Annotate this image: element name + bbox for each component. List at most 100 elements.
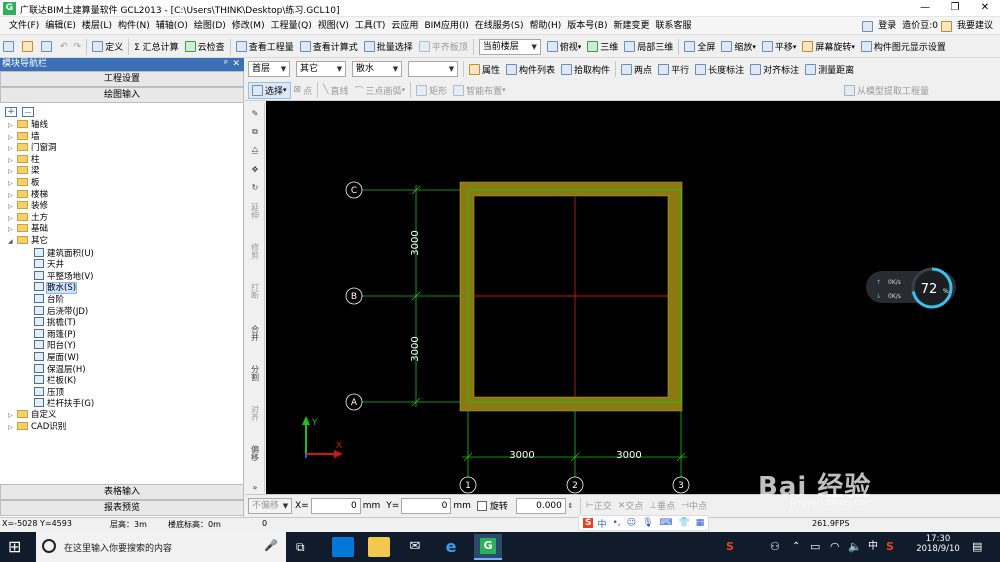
menu-item-8[interactable]: 视图(V) xyxy=(315,17,352,35)
report-preview-button[interactable]: 报表预览 xyxy=(0,500,244,516)
tool-offset[interactable]: 偏移 xyxy=(247,445,263,463)
people-icon[interactable]: ⚇ xyxy=(770,537,792,557)
y-input[interactable]: 0 xyxy=(401,497,452,514)
summary-calc-button[interactable]: Σ 汇总计算 xyxy=(131,37,182,57)
mirror-icon[interactable]: ⧋ xyxy=(247,145,263,154)
tree-folder-0[interactable]: ▷ 轴线 xyxy=(8,120,48,132)
tree-folder-10[interactable]: ◢ 其它 xyxy=(8,236,48,248)
expand-arrow-icon[interactable]: ▷ xyxy=(8,224,15,236)
point-button[interactable]: ⊠ 点 xyxy=(291,80,316,100)
collapse-all-icon[interactable]: — xyxy=(22,107,34,117)
volume-icon[interactable]: 🔈 xyxy=(848,537,870,557)
tree-leaf-2[interactable]: 平整场地(V) xyxy=(34,270,93,283)
table-input-button[interactable]: 表格输入 xyxy=(0,484,244,500)
parallel-button[interactable]: 平行 xyxy=(655,59,692,79)
menu-item-11[interactable]: BIM应用(I) xyxy=(421,17,471,35)
collapse-arrow-icon[interactable]: ◢ xyxy=(8,236,15,248)
edit-pen-icon[interactable]: ✎ xyxy=(247,109,263,118)
flat-slab-button[interactable]: 平齐板顶 xyxy=(416,37,471,57)
menu-item-9[interactable]: 工具(T) xyxy=(352,17,389,35)
menu-item-3[interactable]: 构件(N) xyxy=(115,17,153,35)
tree-leaf-7[interactable]: 雨篷(P) xyxy=(34,328,76,341)
length-label-button[interactable]: 长度标注 xyxy=(692,59,747,79)
tree-folder-1[interactable]: ▷ 墙 xyxy=(8,131,40,144)
fullscreen-button[interactable]: 全屏 xyxy=(681,37,718,57)
suggest-link[interactable]: 我要建议 xyxy=(954,17,996,35)
arc-button[interactable]: ⌒ 三点画弧 ▾ xyxy=(352,80,409,100)
tree-leaf-6[interactable]: 挑檐(T) xyxy=(34,317,76,329)
3d-view-button[interactable]: 三维 xyxy=(584,37,621,57)
snap-perpendicular[interactable]: ⊥ 垂点 xyxy=(646,496,678,516)
snap-intersection[interactable]: ✕ 交点 xyxy=(615,496,647,516)
pin-icon[interactable]: ᵖ xyxy=(224,58,228,71)
tree-leaf-4[interactable]: 台阶 xyxy=(34,294,64,306)
tree-leaf-11[interactable]: 栏板(K) xyxy=(34,375,76,387)
tree-folder-2[interactable]: ▷ 门窗洞 xyxy=(8,143,57,155)
tree-folder-7[interactable]: ▷ 装修 xyxy=(8,201,48,213)
tree-folder-8[interactable]: ▷ 土方 xyxy=(8,212,48,225)
rotate-angle-input[interactable]: 0.000 ⇕ xyxy=(515,497,573,514)
expand-arrow-icon[interactable]: ▷ xyxy=(8,155,15,167)
menu-item-4[interactable]: 辅轴(O) xyxy=(153,17,191,35)
define-button[interactable]: 定义 xyxy=(89,37,126,57)
more-tools-icon[interactable]: » xyxy=(247,483,263,492)
align-label-button[interactable]: 对齐标注 xyxy=(747,59,802,79)
store-icon[interactable] xyxy=(332,537,354,557)
snap-midpoint[interactable]: ⊣ 中点 xyxy=(678,496,710,516)
expand-arrow-icon[interactable]: ▷ xyxy=(8,410,15,422)
floor-select[interactable]: 首层 ▼ xyxy=(245,59,293,79)
undo-button[interactable]: ↶ xyxy=(57,37,71,57)
copy-icon[interactable]: ⧉ xyxy=(247,127,263,136)
menu-item-0[interactable]: 文件(F) xyxy=(6,17,42,35)
component-name-select[interactable]: ▼ xyxy=(405,59,461,79)
network-icon[interactable]: ▭ xyxy=(810,537,832,557)
property-button[interactable]: 属性 xyxy=(466,59,503,79)
tree-folder-bottom-0[interactable]: ▷ 自定义 xyxy=(8,410,57,422)
zoom-button[interactable]: 缩放 ▾ xyxy=(718,37,759,57)
tree-leaf-8[interactable]: 阳台(Y) xyxy=(34,340,76,352)
select-button[interactable]: 选择 ▾ xyxy=(248,81,291,99)
expand-arrow-icon[interactable]: ▷ xyxy=(8,213,15,225)
menu-item-1[interactable]: 编辑(E) xyxy=(42,17,79,35)
partial-3d-button[interactable]: 局部三维 xyxy=(621,37,676,57)
expand-arrow-icon[interactable]: ▷ xyxy=(8,201,15,213)
screen-rotate-button[interactable]: 屏幕旋转 ▾ xyxy=(799,37,858,57)
redo-button[interactable]: ↷ xyxy=(71,37,85,57)
tree-folder-5[interactable]: ▷ 板 xyxy=(8,178,40,190)
tree-leaf-13[interactable]: 栏杆扶手(G) xyxy=(34,398,94,410)
rotate-checkbox[interactable] xyxy=(476,500,487,511)
smart-layout-button[interactable]: 智能布置 ▾ xyxy=(450,80,509,100)
expand-arrow-icon[interactable]: ▷ xyxy=(8,132,15,144)
expand-arrow-icon[interactable]: ▷ xyxy=(8,178,15,190)
close-icon[interactable]: ✕ xyxy=(232,58,240,71)
measure-distance-button[interactable]: 测量距离 xyxy=(802,59,857,79)
tree-leaf-0[interactable]: 建筑面积(U) xyxy=(34,247,94,260)
minimize-button[interactable]: — xyxy=(910,0,940,17)
snap-orthogonal[interactable]: ⊢ 正交 xyxy=(583,496,615,516)
menu-item-2[interactable]: 楼层(L) xyxy=(79,17,115,35)
windows-start-icon[interactable]: ⊞ xyxy=(8,537,30,557)
tree-folder-bottom-1[interactable]: ▷ CAD识别 xyxy=(8,421,66,434)
save-file-button[interactable] xyxy=(38,37,57,57)
menu-item-16[interactable]: 联系客服 xyxy=(652,17,694,35)
component-list-button[interactable]: 构件列表 xyxy=(503,59,558,79)
tree-leaf-12[interactable]: 压顶 xyxy=(34,386,64,399)
pan-button[interactable]: 平移 ▾ xyxy=(759,37,800,57)
tree-folder-3[interactable]: ▷ 柱 xyxy=(8,154,40,167)
move-icon[interactable]: ✥ xyxy=(247,165,263,174)
drawing-canvas[interactable]: C B A 1 2 3 3000 3000 3000 3000 Y X ↑ 0K… xyxy=(266,101,1000,494)
view-formula-button[interactable]: 查看计算式 xyxy=(297,37,361,57)
rect-button[interactable]: 矩形 xyxy=(413,80,450,100)
notification-icon[interactable]: ▤ xyxy=(972,537,994,557)
top-view-button[interactable]: 俯视 ▾ xyxy=(544,37,585,57)
close-button[interactable]: ✕ xyxy=(970,0,1000,17)
expand-arrow-icon[interactable]: ▷ xyxy=(8,166,15,178)
two-points-button[interactable]: 两点 xyxy=(618,59,655,79)
x-input[interactable]: 0 xyxy=(310,497,361,514)
cloud-check-button[interactable]: 云检查 xyxy=(182,37,228,57)
tool-extend[interactable]: 延伸 xyxy=(247,203,263,221)
pick-component-button[interactable]: 拾取构件 xyxy=(558,59,613,79)
tool-trim[interactable]: 修剪 xyxy=(247,243,263,261)
tool-break[interactable]: 打断 xyxy=(247,283,263,301)
tree-folder-9[interactable]: ▷ 基础 xyxy=(8,224,48,236)
